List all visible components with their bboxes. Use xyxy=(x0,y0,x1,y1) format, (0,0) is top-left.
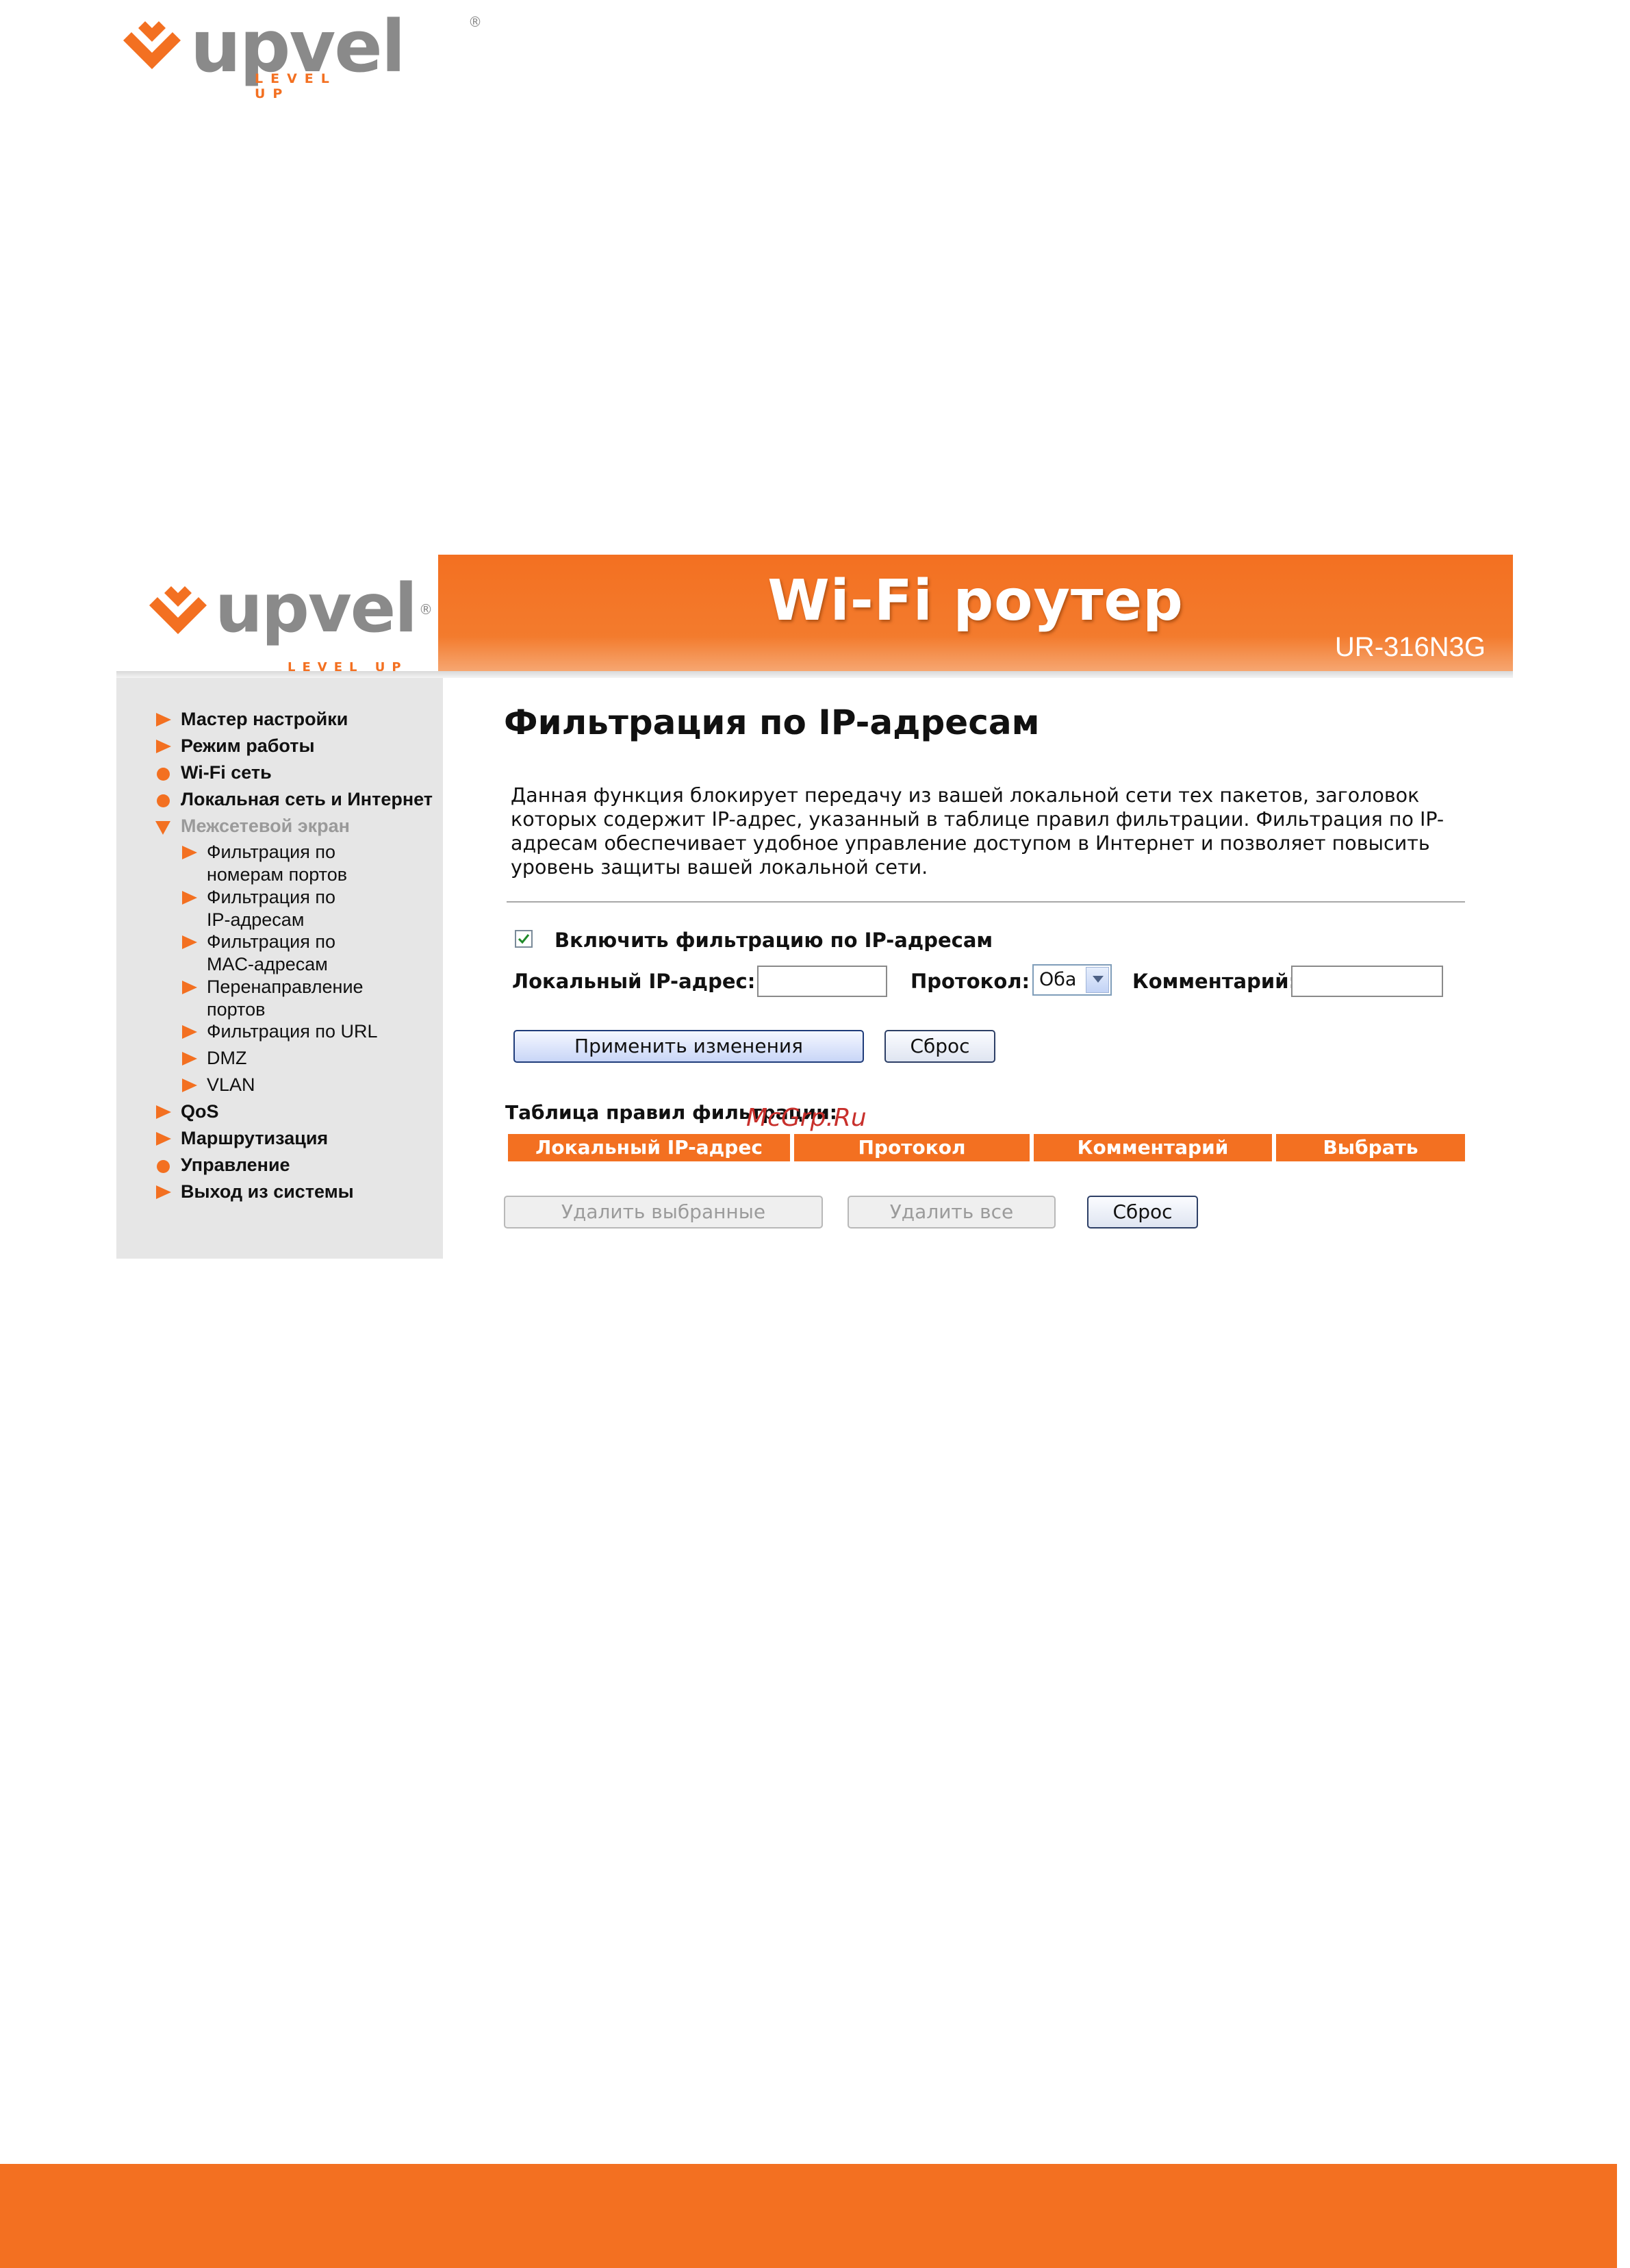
sidebar-item-label: Мастер настройки xyxy=(181,709,348,729)
triangle-right-icon xyxy=(181,1047,200,1070)
sidebar-subitem-label: Фильтрация по IP-адресам xyxy=(207,886,335,931)
page-title: Фильтрация по IP-адресам xyxy=(504,703,1040,742)
footer-bar xyxy=(0,2164,1617,2268)
label-line: MAC-адресам xyxy=(207,954,328,974)
sidebar-subitem-vlan[interactable]: VLAN xyxy=(181,1074,255,1096)
protocol-select[interactable]: Оба xyxy=(1032,964,1112,996)
header-logo-area: upvel ® LEVEL UP xyxy=(116,555,438,675)
sidebar-item-qos[interactable]: QoS xyxy=(155,1100,219,1123)
registered-mark: ® xyxy=(468,14,482,30)
sidebar-item-label: Межсетевой экран xyxy=(181,816,350,836)
sidebar-subitem-port-forwarding[interactable]: Перенаправление портов xyxy=(181,976,364,1021)
label-line: IP-адресам xyxy=(207,909,305,930)
upvel-logo-icon xyxy=(118,13,186,81)
sidebar-item-firewall[interactable]: Межсетевой экран xyxy=(155,815,350,837)
triangle-right-icon xyxy=(181,841,200,864)
sidebar-item-label: Локальная сеть и Интернет xyxy=(181,789,433,809)
enable-ip-filter-label[interactable]: Включить фильтрацию по IP-адресам xyxy=(555,929,993,952)
sidebar-subitem-label: Перенаправление портов xyxy=(207,976,364,1021)
triangle-right-icon xyxy=(155,1181,174,1203)
sidebar-subitem-dmz[interactable]: DMZ xyxy=(181,1047,246,1070)
triangle-right-icon xyxy=(155,708,174,731)
sidebar-item-label: Режим работы xyxy=(181,735,315,756)
triangle-right-icon xyxy=(181,1020,200,1043)
sidebar-item-routing[interactable]: Маршрутизация xyxy=(155,1127,328,1150)
label-line: Фильтрация по xyxy=(207,931,336,952)
chevron-down-icon xyxy=(1086,967,1109,993)
sidebar-item-setup-wizard[interactable]: Мастер настройки xyxy=(155,708,348,731)
model-label: UR-316N3G xyxy=(1334,632,1486,662)
sidebar-item-logout[interactable]: Выход из системы xyxy=(155,1181,354,1203)
label-line: портов xyxy=(207,999,266,1020)
table-header-comment: Комментарий xyxy=(1034,1134,1272,1161)
sidebar-item-label: Выход из системы xyxy=(181,1181,354,1202)
delete-selected-button[interactable]: Удалить выбранные xyxy=(504,1196,823,1228)
sidebar-subitem-label: VLAN xyxy=(207,1074,255,1095)
local-ip-input[interactable] xyxy=(757,966,887,997)
sidebar-item-label: Управление xyxy=(181,1155,290,1175)
delete-all-button[interactable]: Удалить все xyxy=(848,1196,1056,1228)
label-line: Фильтрация по xyxy=(207,887,336,907)
dot-icon xyxy=(155,788,174,811)
dot-icon xyxy=(155,1154,174,1176)
table-header-protocol: Протокол xyxy=(794,1134,1030,1161)
triangle-down-icon xyxy=(155,815,174,837)
label-line: Фильтрация по xyxy=(207,842,336,862)
label-line: Перенаправление xyxy=(207,977,364,997)
watermark: McGrp.Ru xyxy=(746,1104,867,1132)
sidebar-subitem-label: Фильтрация по номерам портов xyxy=(207,841,347,886)
triangle-right-icon xyxy=(155,1100,174,1123)
protocol-select-value: Оба xyxy=(1039,969,1077,990)
router-ui-screenshot: upvel ® LEVEL UP Wi-Fi роутер UR-316N3G … xyxy=(116,555,1513,1259)
header-divider xyxy=(116,671,1513,678)
comment-input[interactable] xyxy=(1291,966,1443,997)
header-banner: Wi-Fi роутер UR-316N3G xyxy=(438,555,1513,671)
sidebar-item-operation-mode[interactable]: Режим работы xyxy=(155,735,315,757)
sidebar-item-management[interactable]: Управление xyxy=(155,1154,290,1176)
header-logo[interactable]: upvel ® LEVEL UP xyxy=(144,570,433,675)
sidebar-subitem-url-filter[interactable]: Фильтрация по URL xyxy=(181,1020,378,1043)
sidebar-item-label: QoS xyxy=(181,1101,219,1122)
sidebar-subitem-label: Фильтрация по MAC-адресам xyxy=(207,931,335,976)
table-reset-button[interactable]: Сброс xyxy=(1087,1196,1198,1228)
sidebar-item-label: Wi-Fi сеть xyxy=(181,762,272,783)
page-description: Данная функция блокирует передачу из ваш… xyxy=(511,784,1444,879)
triangle-right-icon xyxy=(155,735,174,757)
sidebar-subitem-label: Фильтрация по URL xyxy=(207,1021,378,1042)
apply-changes-button[interactable]: Применить изменения xyxy=(513,1030,864,1063)
sidebar-item-label: Маршрутизация xyxy=(181,1128,329,1148)
sidebar-subitem-port-filter[interactable]: Фильтрация по номерам портов xyxy=(181,841,347,886)
logo-tagline: LEVEL UP xyxy=(255,71,337,101)
triangle-right-icon xyxy=(181,976,200,998)
triangle-right-icon xyxy=(181,1074,200,1096)
local-ip-label: Локальный IP-адрес: xyxy=(512,970,756,993)
triangle-right-icon xyxy=(155,1127,174,1150)
label-line: номерам портов xyxy=(207,864,348,885)
checkmark-icon xyxy=(518,934,530,944)
triangle-right-icon xyxy=(181,931,200,953)
banner-title: Wi-Fi роутер xyxy=(767,568,1184,633)
registered-mark: ® xyxy=(419,601,433,618)
sidebar-subitem-label: DMZ xyxy=(207,1048,247,1068)
reset-button[interactable]: Сброс xyxy=(884,1030,995,1063)
sidebar-subitem-ip-filter[interactable]: Фильтрация по IP-адресам xyxy=(181,886,335,931)
triangle-right-icon xyxy=(181,886,200,909)
dot-icon xyxy=(155,761,174,784)
protocol-label: Протокол: xyxy=(910,970,1030,993)
upvel-logo-icon xyxy=(144,578,212,646)
table-header-select: Выбрать xyxy=(1276,1134,1465,1161)
page-logo: upvel ® LEVEL UP xyxy=(118,10,482,101)
comment-label: Комментарий: xyxy=(1132,970,1297,993)
logo-wordmark: upvel xyxy=(215,570,418,648)
sidebar-item-lan-internet[interactable]: Локальная сеть и Интернет xyxy=(155,788,433,811)
table-header-local-ip: Локальный IP-адрес xyxy=(508,1134,790,1161)
enable-ip-filter-checkbox[interactable] xyxy=(515,930,533,948)
sidebar-subitem-mac-filter[interactable]: Фильтрация по MAC-адресам xyxy=(181,931,335,976)
sidebar-item-wifi[interactable]: Wi-Fi сеть xyxy=(155,761,272,784)
divider xyxy=(507,901,1465,903)
